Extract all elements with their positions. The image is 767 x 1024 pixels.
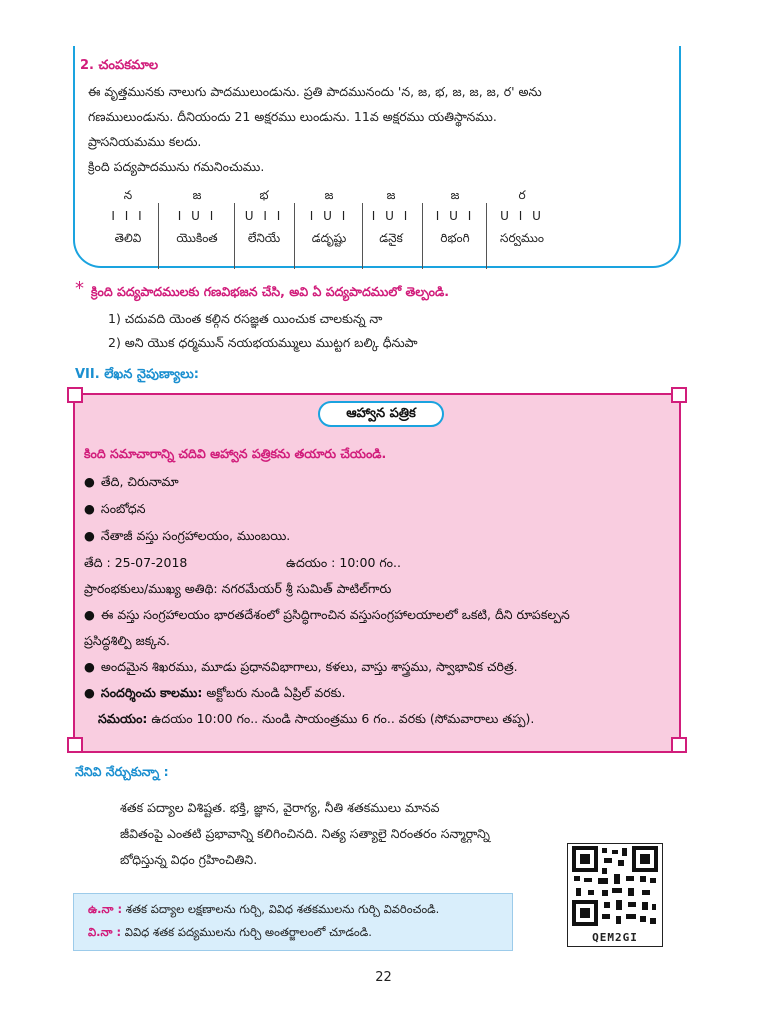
- gana-pattern: I U I: [177, 209, 217, 223]
- date-line: తేది : 25-07-2018: [84, 555, 188, 570]
- paragraph-line: గణములుండును. దీనియందు 21 అక్షరము లుండును…: [88, 109, 497, 124]
- gana-word: తెలివి: [114, 231, 142, 245]
- gana-column: భ U I I లేనియే: [236, 185, 292, 249]
- learned-line: బోధిస్తున్న విధం గ్రహించితిని.: [120, 852, 258, 867]
- reference-text: శతక పద్యాల లక్షణాలను గుర్చి, వివిధ శతకము…: [122, 902, 440, 916]
- time-line: ఉదయం : 10:00 గం..: [286, 555, 401, 570]
- gana-column: న I I I తెలివి: [106, 185, 150, 249]
- gana-pattern: U I I: [244, 209, 284, 223]
- gana-column: జ I U I రిభంగి: [426, 185, 484, 249]
- gana-column: జ I U I యొకింత: [162, 185, 232, 249]
- learned-line: జీవితంపై ఎంతటి ప్రభావాన్ని కలిగించినది. …: [120, 826, 490, 841]
- gana-pattern: I U I: [435, 209, 475, 223]
- timing-value: ఉదయం 10:00 గం.. నుండి సాయంత్రము 6 గం.. వ…: [147, 711, 535, 726]
- section-heading: VII. లేఖన నైపుణ్యాలు:: [75, 367, 199, 382]
- gana-divider: [486, 203, 487, 269]
- paragraph-line: ఈ వృత్తమునకు నాలుగు పాదములుండును. ప్రతి …: [88, 84, 542, 99]
- exercise-instruction: క్రింది పద్యపాదములకు గణవిభజన చేసి, అవి ఏ…: [91, 284, 449, 299]
- gana-divider: [294, 203, 295, 269]
- gana-column: జ I U I డనైక: [364, 185, 418, 249]
- gana-name: భ: [259, 188, 269, 202]
- gana-word: డదృష్టు: [311, 231, 347, 245]
- gana-name: జ: [386, 188, 396, 202]
- paragraph-line: క్రింది పద్యపాదమును గమనించుము.: [88, 159, 265, 174]
- asterisk-icon: *: [75, 278, 84, 299]
- invitation-instruction: కింది సమాచారాన్ని చదివి ఆహ్వాన పత్రికను …: [84, 446, 387, 461]
- exercise-item: 2) అని యొక ధర్మమున్ నయభయమ్ములు ముట్టగ బల…: [108, 335, 418, 350]
- timing-line: సమయం: ఉదయం 10:00 గం.. నుండి సాయంత్రము 6 …: [98, 711, 534, 730]
- gana-name: ర: [518, 188, 526, 202]
- paragraph-line: ప్రాసనియమము కలదు.: [88, 134, 202, 149]
- gana-pattern: I I I: [111, 209, 145, 223]
- gana-word: లేనియే: [247, 231, 281, 245]
- gana-word: యొకింత: [176, 231, 218, 245]
- reference-key: ఉ.నా :: [88, 902, 123, 916]
- bullet-item: అందమైన శిఖరము, మూడు ప్రధానవిభాగాలు, కళలు…: [84, 659, 518, 678]
- timing-label: సమయం:: [98, 711, 148, 726]
- exercise-item: 1) చదువది యెంత కల్గిన రసజ్ఞత యించుక చాలక…: [108, 311, 383, 326]
- gana-name: జ: [450, 188, 460, 202]
- qr-code-icon: [572, 846, 658, 926]
- learned-heading: నేనివి నేర్చుకున్నా :: [75, 764, 169, 779]
- visit-period-line: సందర్శించు కాలము: అక్టోబరు నుండి ఏప్రిల్…: [84, 685, 345, 704]
- gana-divider: [158, 203, 159, 269]
- gana-divider: [234, 203, 235, 269]
- corner-ornament: [671, 387, 687, 403]
- reference-text: వివిధ శతక పద్యములను గుర్చి అంతర్జాలంలో చ…: [121, 925, 372, 939]
- corner-ornament: [67, 387, 83, 403]
- gana-name: న: [123, 188, 133, 202]
- gana-name: జ: [192, 188, 202, 202]
- qr-code-label: QEM2GI: [592, 931, 638, 944]
- visit-label: సందర్శించు కాలము:: [84, 685, 202, 700]
- gana-word: సర్వముం: [500, 231, 544, 245]
- reference-item: వి.నా : వివిధ శతక పద్యములను గుర్చి అంతర్…: [88, 925, 372, 942]
- section-title: 2. చంపకమాల: [80, 58, 159, 73]
- corner-ornament: [67, 737, 83, 753]
- invitation-title: ఆహ్వాన పత్రిక: [318, 401, 444, 427]
- bullet-item: నేతాజీ వస్తు సంగ్రహాలయం, ముంబయి.: [84, 528, 290, 547]
- gana-divider: [362, 203, 363, 269]
- gana-column: ర U I U సర్వముం: [490, 185, 554, 249]
- gana-column: జ I U I డదృష్టు: [298, 185, 360, 249]
- corner-ornament: [671, 737, 687, 753]
- gana-pattern: I U I: [371, 209, 411, 223]
- gana-pattern: U I U: [500, 209, 544, 223]
- learned-line: శతక పద్యాల విశిష్టత. భక్తి, జ్ఞాన, వైరాగ…: [120, 800, 440, 815]
- gana-word: రిభంగి: [440, 231, 470, 245]
- gana-pattern: I U I: [309, 209, 349, 223]
- reference-item: ఉ.నా : శతక పద్యాల లక్షణాలను గుర్చి, వివి…: [88, 902, 439, 919]
- bullet-item: తేది, చిరునామా: [84, 474, 179, 493]
- gana-name: జ: [324, 188, 334, 202]
- bullet-item: ఈ వస్తు సంగ్రహాలయం భారతదేశంలో ప్రసిద్ధిగ…: [84, 607, 570, 626]
- reference-key: వి.నా :: [88, 925, 122, 939]
- gana-divider: [422, 203, 423, 269]
- page-number: 22: [375, 970, 392, 985]
- chief-guest-line: ప్రారంభకులు/ముఖ్య అతిథి: నగరమేయర్ శ్రీ స…: [84, 581, 392, 596]
- visit-value: అక్టోబరు నుండి ఏప్రిల్ వరకు.: [202, 685, 346, 700]
- bullet-item: సంబోధన: [84, 501, 146, 520]
- gana-word: డనైక: [379, 231, 403, 245]
- bullet-continuation: ప్రసిద్ధశిల్పి జక్కన.: [84, 633, 171, 648]
